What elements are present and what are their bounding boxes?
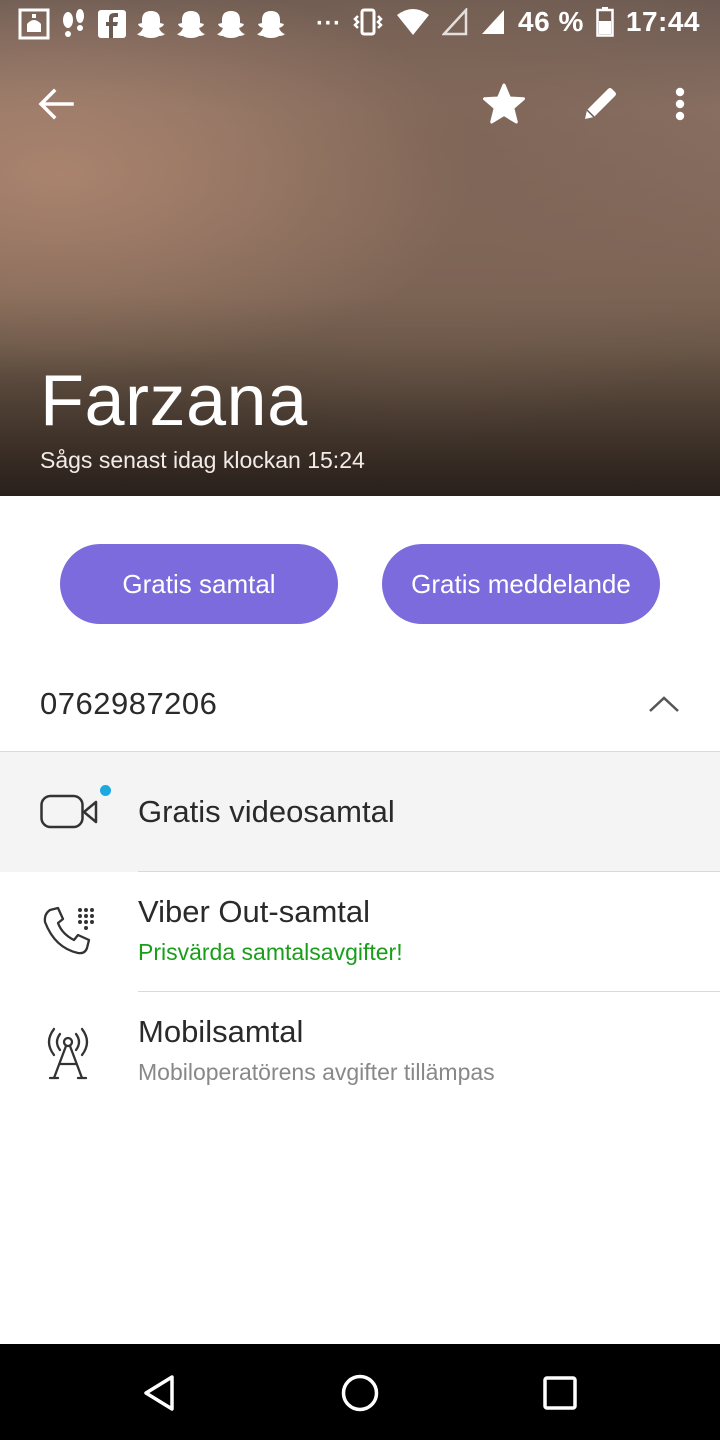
clock: 17:44	[625, 6, 700, 37]
divider	[138, 871, 720, 872]
snapchat-icon	[216, 9, 246, 39]
snapchat-icon	[176, 9, 206, 39]
phone-dialpad-icon	[40, 904, 96, 960]
circle-home-icon	[340, 1373, 380, 1413]
video-call-option[interactable]: Gratis videosamtal	[0, 752, 720, 872]
more-options-button[interactable]	[648, 70, 712, 138]
facebook-icon	[98, 10, 126, 38]
arrow-back-icon	[38, 88, 74, 120]
mobile-call-label: Mobilsamtal	[138, 1014, 304, 1049]
footprints-icon	[60, 8, 88, 40]
snapchat-icon	[136, 9, 166, 39]
video-camera-icon	[40, 792, 100, 832]
new-feature-dot	[100, 785, 111, 796]
video-call-label: Gratis videosamtal	[138, 794, 395, 829]
nav-recents-button[interactable]	[535, 1368, 585, 1418]
nav-back-button[interactable]	[135, 1368, 185, 1418]
free-message-button[interactable]: Gratis meddelande	[382, 544, 660, 624]
square-recents-icon	[542, 1375, 578, 1411]
vibrate-icon	[352, 7, 384, 37]
battery-icon	[596, 7, 614, 37]
nav-home-button[interactable]	[335, 1368, 385, 1418]
chevron-up-icon[interactable]	[648, 694, 680, 714]
more-notifications-indicator: ···	[316, 10, 342, 37]
star-icon	[482, 83, 526, 125]
more-vert-icon	[675, 87, 685, 121]
viber-out-promo: Prisvärda samtalsavgifter!	[138, 939, 403, 965]
last-seen-text: Sågs senast idag klockan 15:24	[40, 447, 365, 473]
triangle-back-icon	[140, 1373, 180, 1413]
edit-button[interactable]	[568, 70, 632, 138]
signal-icon	[480, 8, 506, 36]
status-bar: ··· 46 % 17:44	[0, 0, 720, 48]
phone-number-row[interactable]: 0762987206	[0, 660, 720, 752]
favorite-button[interactable]	[472, 70, 536, 138]
viber-out-option[interactable]: Viber Out-samtal Prisvärda samtalsavgift…	[0, 872, 720, 992]
viber-out-label: Viber Out-samtal	[138, 894, 371, 929]
snapchat-icon	[256, 9, 286, 39]
free-call-button[interactable]: Gratis samtal	[60, 544, 338, 624]
contact-name: Farzana	[40, 361, 308, 441]
battery-percent: 46 %	[518, 6, 584, 37]
pencil-icon	[581, 85, 619, 123]
system-icons: 46 % 17:44	[352, 6, 700, 38]
phone-number: 0762987206	[40, 686, 218, 721]
mobile-call-note: Mobiloperatörens avgifter tillämpas	[138, 1059, 495, 1085]
signal-empty-icon	[442, 8, 468, 36]
cell-tower-icon	[40, 1022, 96, 1082]
mobile-call-option[interactable]: Mobilsamtal Mobiloperatörens avgifter ti…	[0, 992, 720, 1112]
wifi-icon	[396, 8, 430, 36]
mosque-app-icon	[18, 8, 50, 40]
notification-icons: ···	[18, 8, 341, 40]
contact-header: ··· 46 % 17:44 Farzana Sågs senast idag …	[0, 0, 720, 496]
back-button[interactable]	[24, 70, 88, 138]
system-navigation-bar	[0, 1344, 720, 1440]
